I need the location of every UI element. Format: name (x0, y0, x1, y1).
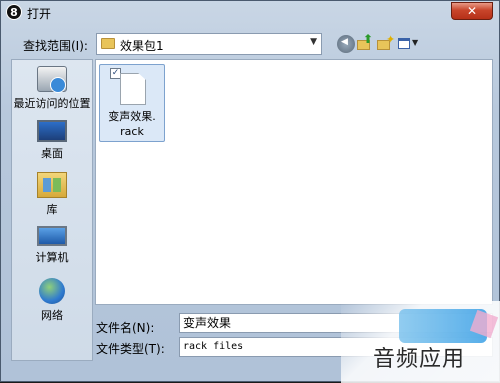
place-label: 计算机 (35, 251, 69, 264)
file-type-label: 文件类型(T): (96, 342, 165, 356)
network-icon (39, 278, 65, 304)
place-label: 库 (46, 203, 58, 216)
desktop-icon (37, 120, 67, 142)
title-bar: 8 打开 ✕ (1, 1, 499, 23)
up-folder-icon[interactable]: ⬆ (356, 32, 374, 53)
look-in-value: 效果包1 (120, 39, 164, 53)
file-name-label: 文件名(N): (96, 321, 155, 335)
file-list[interactable]: ✓ 变声效果. rack (95, 59, 493, 305)
library-icon (37, 172, 67, 198)
chevron-down-icon: ▼ (310, 37, 317, 47)
view-menu-icon[interactable]: ▼ (397, 35, 419, 53)
computer-icon (37, 226, 67, 246)
watermark-logo (399, 309, 487, 343)
place-label: 最近访问的位置 (13, 97, 91, 110)
file-name-line1: 变声效果. (108, 110, 156, 123)
place-label: 网络 (41, 309, 63, 322)
document-icon (120, 73, 146, 105)
places-bar: 最近访问的位置 桌面 库 计算机 网络 (11, 59, 93, 361)
file-name: 变声效果. rack (100, 109, 164, 139)
watermark-text: 音频应用 (373, 347, 466, 372)
place-computer[interactable]: 计算机 (12, 226, 92, 265)
look-in-dropdown[interactable]: 效果包1 ▼ (96, 33, 322, 55)
place-label: 桌面 (41, 147, 63, 160)
place-desktop[interactable]: 桌面 (12, 120, 92, 161)
recent-places-icon (37, 66, 67, 93)
place-network[interactable]: 网络 (12, 278, 92, 323)
place-library[interactable]: 库 (12, 172, 92, 217)
file-item[interactable]: ✓ 变声效果. rack (99, 64, 165, 142)
file-name-line2: rack (120, 125, 144, 138)
folder-icon (101, 38, 115, 49)
new-folder-icon[interactable]: ✦ (376, 33, 395, 53)
open-dialog: 8 打开 ✕ 查找范围(I): 效果包1 ▼ ⬆ ✦ ▼ 最近访问的位置 桌面 … (0, 0, 500, 383)
place-recent[interactable]: 最近访问的位置 (12, 66, 92, 111)
back-icon[interactable] (337, 35, 355, 53)
look-in-label: 查找范围(I): (23, 39, 88, 53)
window-title: 打开 (27, 7, 52, 21)
app-icon: 8 (6, 4, 22, 20)
close-button[interactable]: ✕ (451, 2, 493, 20)
file-checkbox[interactable]: ✓ (110, 68, 121, 79)
